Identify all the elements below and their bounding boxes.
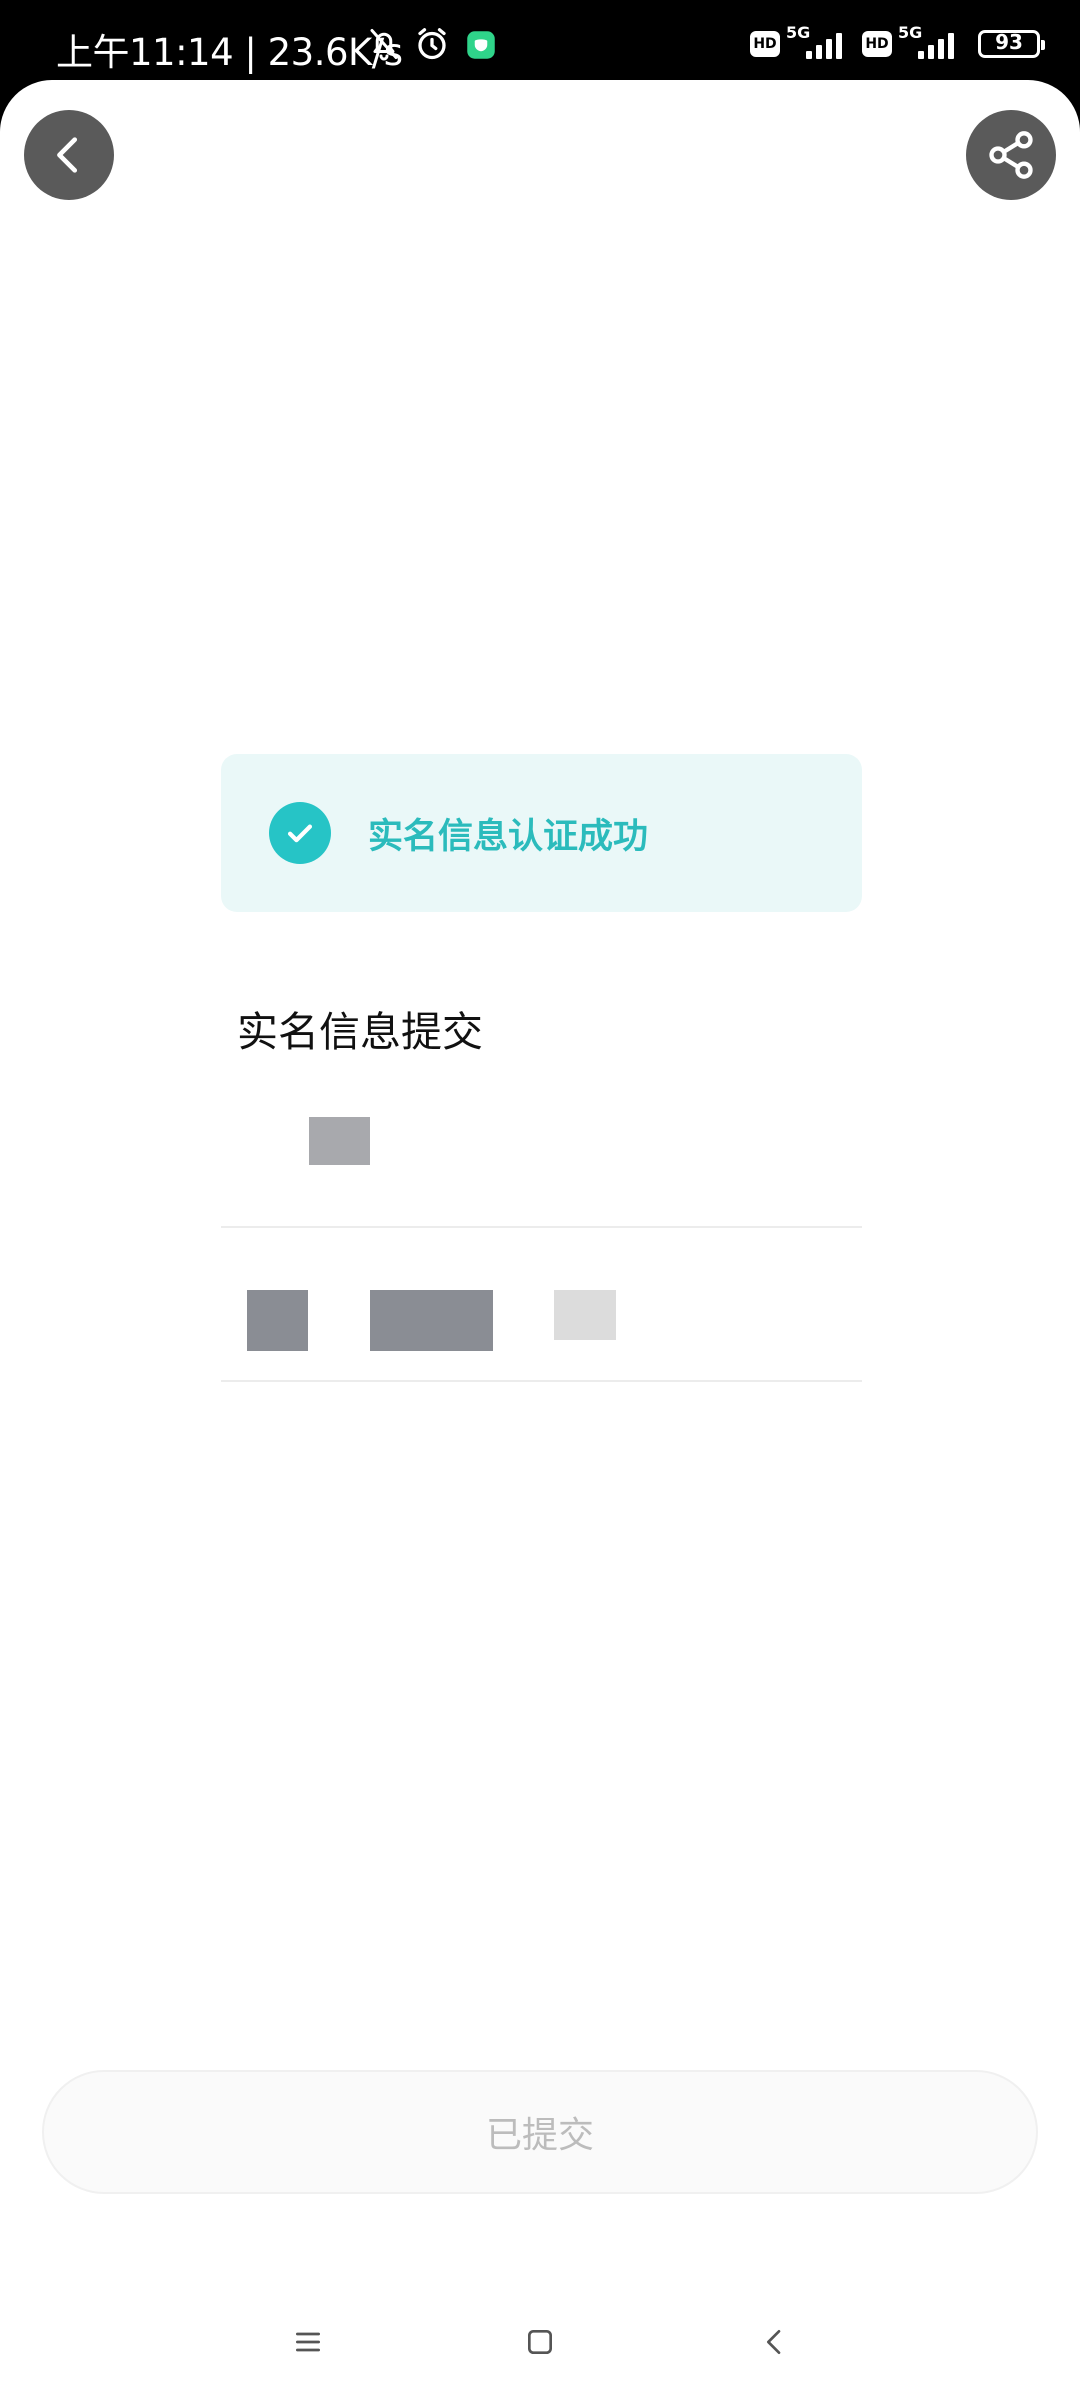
nav-back-button[interactable] — [745, 2312, 805, 2372]
section-title: 实名信息提交 — [237, 1008, 483, 1056]
divider — [221, 1380, 862, 1382]
share-icon — [989, 131, 1033, 179]
hd-icon: HD — [750, 31, 780, 57]
back-icon — [767, 2330, 781, 2354]
status-right-group: HD 5G HD 5G 93 — [750, 23, 1045, 64]
app-notification-icon — [466, 30, 496, 64]
network-type-label: 5G — [786, 23, 811, 42]
chevron-left-icon — [57, 137, 78, 173]
nav-menu-button[interactable] — [278, 2312, 338, 2372]
check-circle-icon — [269, 802, 331, 864]
masked-id-suffix — [554, 1290, 616, 1340]
signal-icon: 5G — [898, 23, 960, 61]
submitted-button[interactable]: 已提交 — [42, 2070, 1038, 2194]
menu-icon — [296, 2332, 320, 2352]
hd-icon: HD — [862, 31, 892, 57]
success-banner: 实名信息认证成功 — [221, 754, 862, 912]
nav-home-button[interactable] — [510, 2312, 570, 2372]
status-time-network: 上午11:14 | 23.6K/s — [56, 31, 403, 74]
battery-level: 93 — [995, 30, 1023, 54]
divider — [221, 1226, 862, 1228]
status-bar: 上午11:14 | 23.6K/s HD 5G HD 5G 93 — [0, 0, 1080, 84]
battery-icon: 93 — [978, 30, 1045, 58]
navigation-bar — [0, 2290, 1080, 2400]
network-type-label: 5G — [898, 23, 923, 42]
back-button[interactable] — [24, 110, 114, 200]
masked-name-value — [309, 1117, 370, 1165]
share-button[interactable] — [966, 110, 1056, 200]
masked-id-value — [370, 1290, 493, 1351]
masked-id-label — [247, 1290, 308, 1351]
home-icon — [528, 2330, 552, 2354]
signal-icon: 5G — [786, 23, 848, 61]
screen: 上午11:14 | 23.6K/s HD 5G HD 5G 93 实名信息认证成… — [0, 0, 1080, 2400]
bell-off-icon — [366, 26, 402, 66]
success-message: 实名信息认证成功 — [368, 817, 649, 857]
alarm-icon — [414, 26, 450, 66]
page: 实名信息认证成功 实名信息提交 已提交 — [0, 80, 1080, 2400]
